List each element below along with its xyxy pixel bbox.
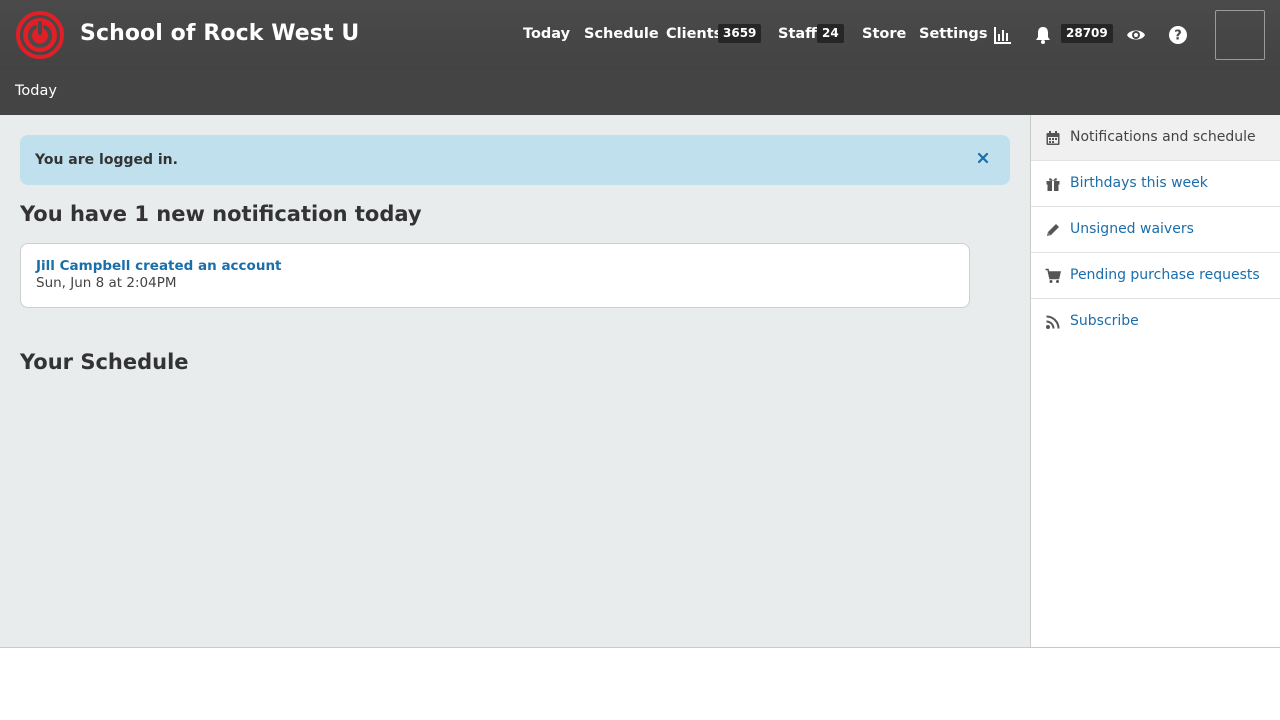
main-content: You are logged in. You have 1 new notifi… xyxy=(0,115,1030,648)
sidebar-item-label: Pending purchase requests xyxy=(1070,267,1260,283)
notification-card: Jill Campbell created an account Sun, Ju… xyxy=(20,243,970,308)
sidebar-item-label: Birthdays this week xyxy=(1070,175,1208,191)
alert-text: You are logged in. xyxy=(35,152,178,168)
gift-icon xyxy=(1046,178,1060,191)
pencil-icon xyxy=(1047,224,1059,236)
school-name[interactable]: School of Rock West U xyxy=(80,21,359,46)
notification-time: Sun, Jun 8 at 2:04PM xyxy=(36,275,177,291)
nav-staff[interactable]: Staff xyxy=(778,26,817,42)
bell-icon[interactable] xyxy=(1033,25,1053,45)
page-title: Today xyxy=(15,83,57,99)
nav-store[interactable]: Store xyxy=(862,26,906,42)
sidebar-item-waivers[interactable]: Unsigned waivers xyxy=(1031,207,1280,253)
login-alert: You are logged in. xyxy=(20,135,1010,185)
top-header: School of Rock West U Today Schedule Cli… xyxy=(0,0,1280,70)
staff-count-badge: 24 xyxy=(817,24,844,43)
sidebar-item-label: Notifications and schedule xyxy=(1070,129,1256,145)
sidebar-item-purchase-requests[interactable]: Pending purchase requests xyxy=(1031,253,1280,299)
sidebar-item-notifications[interactable]: Notifications and schedule xyxy=(1031,115,1280,161)
page-subheader: Today xyxy=(0,70,1280,115)
clients-count-badge: 3659 xyxy=(718,24,762,43)
close-icon[interactable] xyxy=(975,150,991,166)
sidebar-item-label: Subscribe xyxy=(1070,313,1139,329)
rss-icon xyxy=(1046,315,1060,329)
schedule-heading: Your Schedule xyxy=(20,350,189,374)
eye-icon[interactable] xyxy=(1126,25,1146,45)
svg-text:?: ? xyxy=(1174,29,1182,44)
nav-clients[interactable]: Clients xyxy=(666,26,722,42)
notifications-heading: You have 1 new notification today xyxy=(20,202,422,226)
sidebar-item-birthdays[interactable]: Birthdays this week xyxy=(1031,161,1280,207)
sidebar-item-subscribe[interactable]: Subscribe xyxy=(1031,299,1280,345)
help-icon[interactable]: ? xyxy=(1168,25,1188,45)
sidebar-item-label: Unsigned waivers xyxy=(1070,221,1194,237)
sidebar: Notifications and schedule Birthdays thi… xyxy=(1030,115,1280,648)
user-menu-button[interactable] xyxy=(1215,10,1265,60)
chart-icon[interactable] xyxy=(993,25,1013,45)
nav-settings[interactable]: Settings xyxy=(919,26,987,42)
logo-icon[interactable] xyxy=(16,11,64,59)
notifications-count-badge: 28709 xyxy=(1061,24,1113,43)
calendar-icon xyxy=(1046,131,1060,145)
notification-title-link[interactable]: Jill Campbell created an account xyxy=(36,258,282,274)
nav-today[interactable]: Today xyxy=(523,26,570,42)
cart-icon xyxy=(1045,268,1061,283)
nav-schedule[interactable]: Schedule xyxy=(584,26,659,42)
